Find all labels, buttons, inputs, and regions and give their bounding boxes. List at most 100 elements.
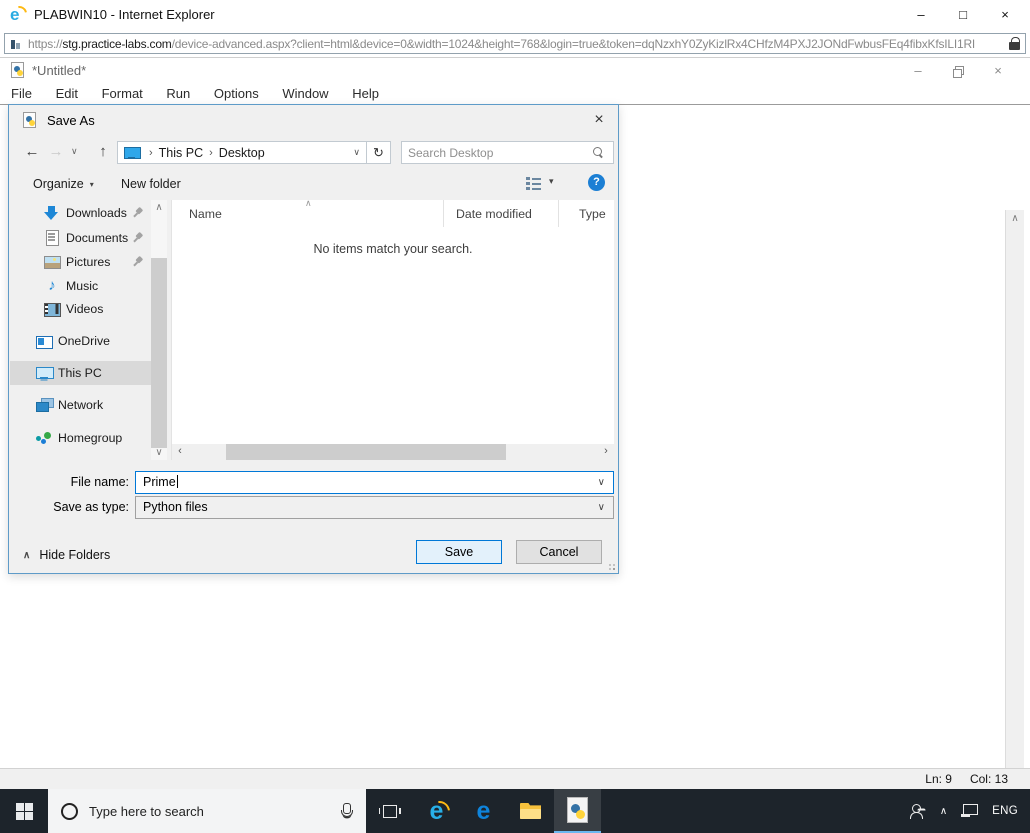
idle-close-button[interactable]: × xyxy=(978,58,1018,84)
network-tray-icon[interactable] xyxy=(961,804,979,818)
view-options-caret-icon[interactable]: ▾ xyxy=(549,176,554,187)
save-as-type-dropdown-icon[interactable]: ∨ xyxy=(598,497,605,518)
sidebar-item-this-pc[interactable]: This PC xyxy=(10,361,158,385)
scrollbar-thumb[interactable] xyxy=(226,444,506,460)
organize-button[interactable]: Organize ▾ xyxy=(33,172,94,197)
scroll-down-icon[interactable]: ∨ xyxy=(151,447,167,458)
menu-window[interactable]: Window xyxy=(273,84,337,104)
search-icon xyxy=(593,147,604,158)
save-button[interactable]: Save xyxy=(416,540,502,564)
search-box[interactable] xyxy=(401,141,614,164)
file-list: ∧ Name Date modified Type No items match… xyxy=(172,198,614,460)
taskbar-search-box[interactable] xyxy=(48,789,366,833)
videos-icon xyxy=(44,301,61,317)
recent-locations-chevron-icon[interactable]: ∨ xyxy=(71,146,78,157)
sidebar-item-music[interactable]: ♪ Music xyxy=(10,274,150,298)
breadcrumb[interactable]: › This PC › Desktop ∨ xyxy=(117,141,367,164)
column-header-date-modified[interactable]: Date modified xyxy=(456,202,532,226)
scrollbar-thumb[interactable] xyxy=(151,258,167,448)
sidebar-item-videos[interactable]: Videos xyxy=(10,297,150,321)
menu-file[interactable]: File xyxy=(2,84,41,104)
sidebar-scrollbar[interactable]: ∧ ∨ xyxy=(151,200,167,460)
browser-maximize-button[interactable]: □ xyxy=(942,0,984,30)
save-as-type-select[interactable]: Python files ∨ xyxy=(135,496,614,519)
list-horizontal-scrollbar[interactable]: ‹ › xyxy=(172,444,614,460)
breadcrumb-desktop[interactable]: Desktop xyxy=(219,146,265,160)
address-bar[interactable]: https://stg.practice-labs.com/device-adv… xyxy=(4,33,1026,54)
task-view-button[interactable] xyxy=(366,789,413,833)
taskbar-edge[interactable]: e xyxy=(460,789,507,833)
browser-window-controls: – □ × xyxy=(900,0,1026,30)
browser-minimize-button[interactable]: – xyxy=(900,0,942,30)
organize-caret-icon: ▾ xyxy=(89,180,94,189)
refresh-button[interactable]: ↻ xyxy=(367,141,391,164)
forward-button[interactable]: → xyxy=(47,142,65,162)
sidebar-item-pictures[interactable]: Pictures xyxy=(10,250,150,274)
editor-vertical-scrollbar[interactable]: ∧ ∨ xyxy=(1005,210,1024,833)
scroll-up-icon[interactable]: ∧ xyxy=(151,202,167,213)
sidebar-item-onedrive[interactable]: OneDrive xyxy=(10,329,150,353)
search-input[interactable] xyxy=(408,143,588,162)
taskbar-internet-explorer[interactable]: e xyxy=(413,789,460,833)
menu-format[interactable]: Format xyxy=(93,84,152,104)
sidebar-item-network[interactable]: Network xyxy=(10,393,150,417)
scroll-right-icon[interactable]: › xyxy=(598,444,614,460)
idle-minimize-button[interactable]: – xyxy=(898,58,938,84)
microphone-icon[interactable] xyxy=(340,802,353,820)
status-col: Col: 13 xyxy=(969,772,1008,786)
screen: e PLABWIN10 - Internet Explorer – □ × ht… xyxy=(0,0,1030,833)
file-name-input[interactable]: Prime ∨ xyxy=(135,471,614,494)
scroll-up-icon[interactable]: ∧ xyxy=(1006,213,1024,224)
cortana-icon xyxy=(61,802,78,820)
column-header-type[interactable]: Type xyxy=(579,202,606,226)
windows-logo-icon xyxy=(15,802,33,820)
language-indicator[interactable]: ENG xyxy=(992,805,1018,817)
people-icon[interactable] xyxy=(909,803,926,819)
taskbar-search-input[interactable] xyxy=(89,803,340,819)
show-hidden-icons-chevron-icon[interactable]: ∧ xyxy=(940,806,947,817)
breadcrumb-separator-icon: › xyxy=(149,146,153,159)
python-file-icon xyxy=(567,797,588,823)
view-options-icon[interactable] xyxy=(526,177,541,190)
taskbar-file-explorer[interactable] xyxy=(507,789,554,833)
hide-folders-button[interactable]: ∧ Hide Folders xyxy=(23,546,110,564)
sort-ascending-icon: ∧ xyxy=(305,198,312,208)
menu-options[interactable]: Options xyxy=(205,84,268,104)
file-name-dropdown-icon[interactable]: ∨ xyxy=(598,472,605,493)
up-button[interactable]: ↑ xyxy=(94,142,112,162)
browser-title: PLABWIN10 - Internet Explorer xyxy=(34,7,215,22)
idle-statusbar: Ln: 9 Col: 13 xyxy=(0,768,1030,789)
cancel-button[interactable]: Cancel xyxy=(516,540,602,564)
start-button[interactable] xyxy=(0,789,48,833)
homegroup-icon xyxy=(36,430,52,446)
column-header-name[interactable]: Name xyxy=(189,202,222,226)
dialog-title: Save As xyxy=(47,113,95,128)
menu-edit[interactable]: Edit xyxy=(47,84,87,104)
address-dropdown-icon[interactable]: ∨ xyxy=(353,147,360,158)
sidebar-item-documents[interactable]: Documents xyxy=(10,226,150,250)
scroll-left-icon[interactable]: ‹ xyxy=(172,444,188,460)
taskbar-python-idle-active[interactable] xyxy=(554,789,601,833)
back-button[interactable]: ← xyxy=(23,142,41,162)
desktop-icon xyxy=(124,146,141,159)
resize-grip[interactable] xyxy=(606,561,615,570)
pin-icon xyxy=(130,254,146,270)
sidebar-item-homegroup[interactable]: Homegroup xyxy=(10,426,150,450)
dialog-close-button[interactable]: × xyxy=(582,107,616,133)
column-divider xyxy=(558,200,559,227)
sidebar-item-downloads[interactable]: Downloads xyxy=(10,201,150,225)
idle-restore-button[interactable] xyxy=(938,58,978,84)
help-button[interactable]: ? xyxy=(588,174,605,191)
idle-titlebar: *Untitled* – × xyxy=(0,58,1030,84)
dialog-python-icon xyxy=(23,112,36,128)
new-folder-button[interactable]: New folder xyxy=(121,172,181,196)
menu-run[interactable]: Run xyxy=(157,84,199,104)
breadcrumb-this-pc[interactable]: This PC xyxy=(159,146,203,160)
collapse-icon: ∧ xyxy=(23,549,31,561)
menu-help[interactable]: Help xyxy=(343,84,388,104)
internet-explorer-icon: e xyxy=(424,796,454,826)
idle-window-controls: – × xyxy=(898,58,1018,84)
breadcrumb-separator-icon: › xyxy=(209,146,213,159)
site-favicon-icon xyxy=(10,38,22,50)
browser-close-button[interactable]: × xyxy=(984,0,1026,30)
